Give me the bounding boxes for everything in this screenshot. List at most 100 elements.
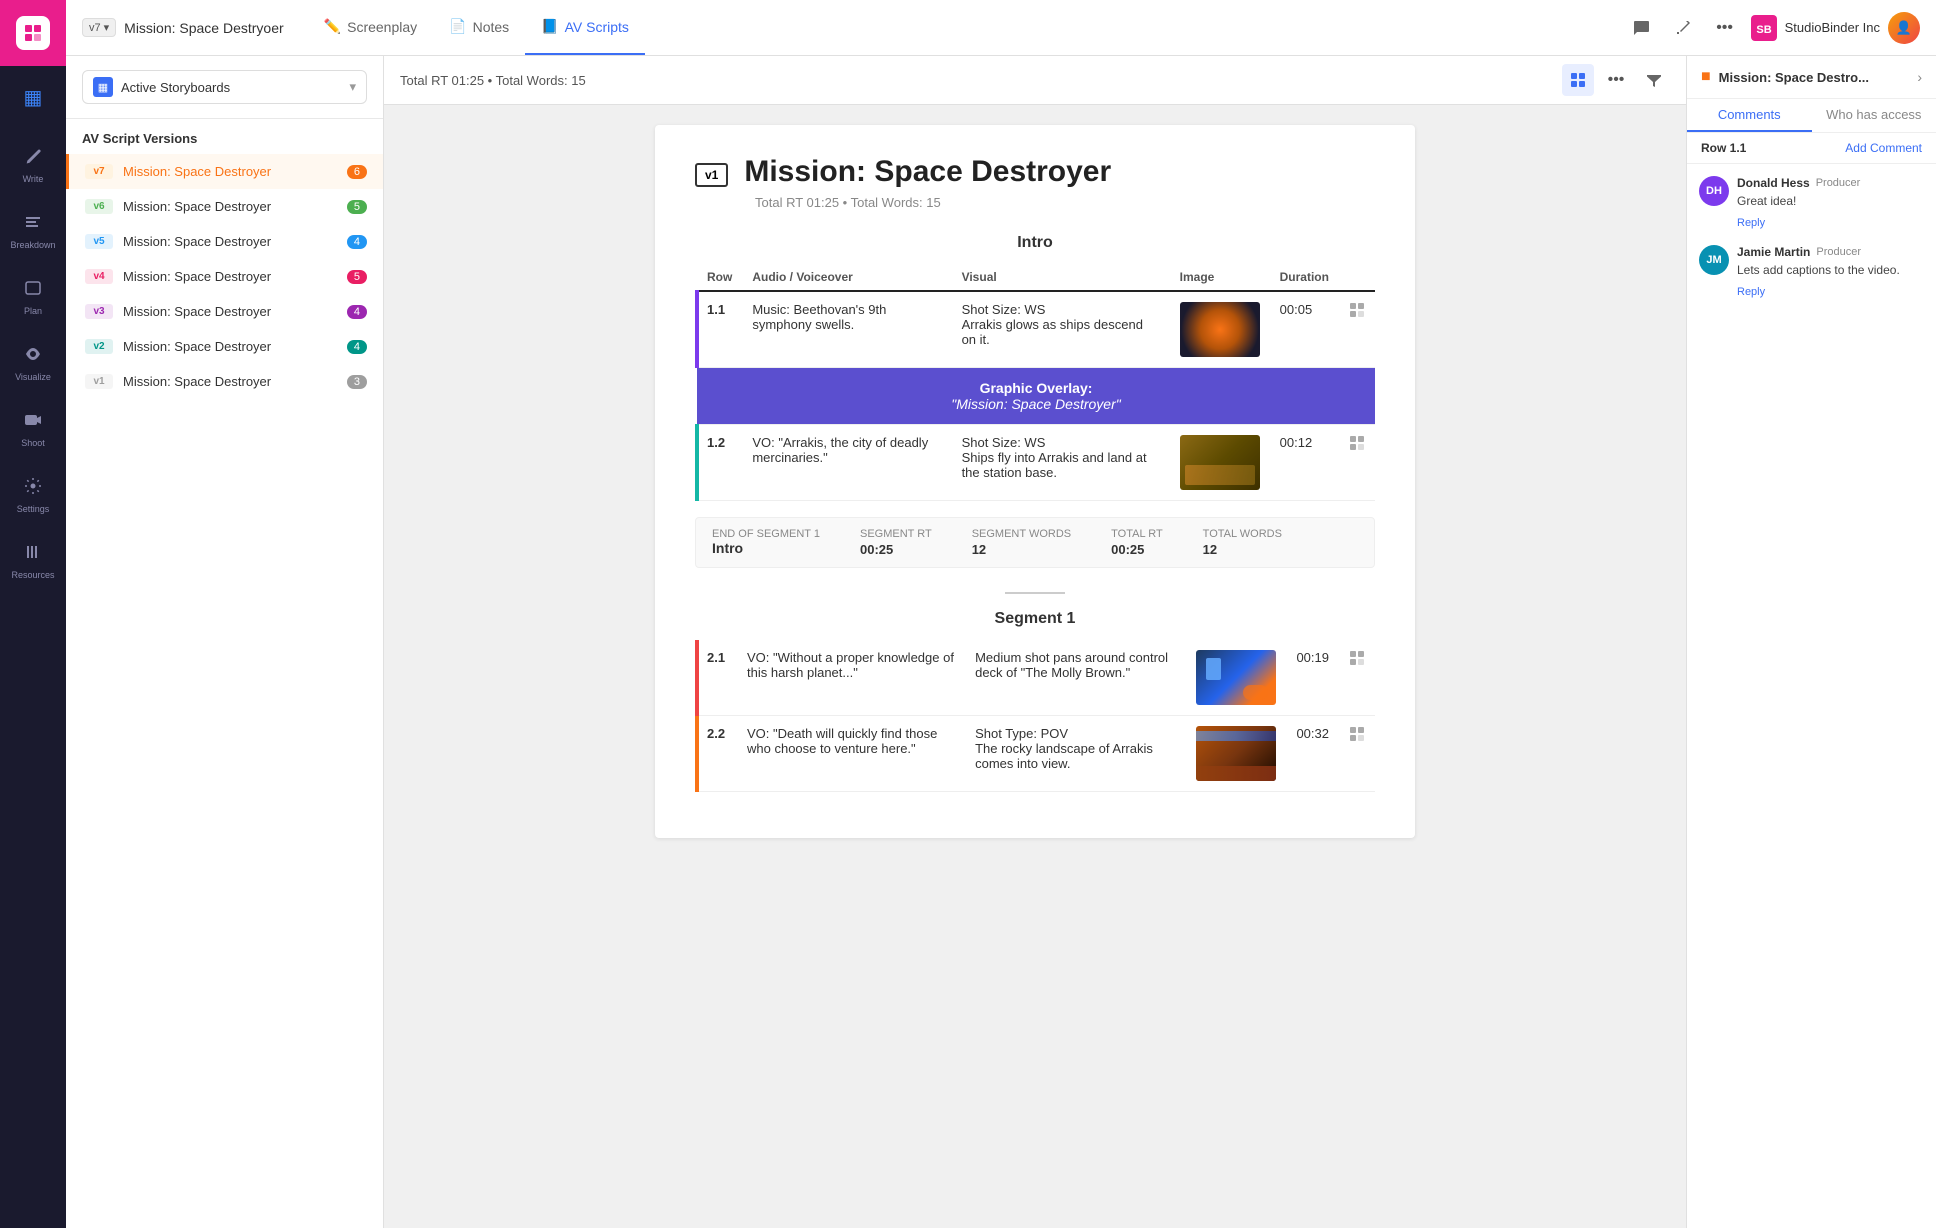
col-storyboard [1339, 264, 1375, 291]
segment-rt: SEGMENT RT 00:25 [860, 528, 932, 557]
version-tag-v4: v4 [85, 269, 113, 284]
version-count-v3: 4 [347, 305, 367, 319]
segment-1-title: Segment 1 [695, 610, 1375, 628]
doc-subtitle: Total RT 01:25 • Total Words: 15 [755, 195, 1375, 210]
duration-1-2: 00:12 [1270, 425, 1339, 501]
storyboard-cell-2-1[interactable] [1339, 640, 1375, 716]
version-item-v3[interactable]: v3 Mission: Space Destroyer 4 [66, 294, 383, 329]
comment-header-donald: Donald Hess Producer [1737, 176, 1860, 190]
plan-icon [24, 279, 42, 302]
segment-intro-title: Intro [695, 234, 1375, 252]
sidebar-settings-label: Settings [17, 504, 50, 514]
comment-role-donald: Producer [1816, 177, 1861, 189]
audio-2-2: VO: "Death will quickly find those who c… [737, 716, 965, 792]
sidebar-plan-label: Plan [24, 306, 42, 316]
version-chevron-icon: ▾ [104, 21, 110, 34]
version-item-v7[interactable]: v7 Mission: Space Destroyer 6 [66, 154, 383, 189]
top-bar-actions: ••• SB StudioBinder Inc 👤 [1625, 12, 1920, 44]
sidebar-item-plan[interactable]: Plan [0, 264, 66, 330]
avatar-jamie: JM [1699, 245, 1729, 275]
version-item-v4[interactable]: v4 Mission: Space Destroyer 5 [66, 259, 383, 294]
version-count-v2: 4 [347, 340, 367, 354]
row-label: Row 1.1 [1701, 141, 1746, 155]
script-doc: v1 Mission: Space Destroyer Total RT 01:… [655, 125, 1415, 838]
sidebar-item-resources[interactable]: Resources [0, 528, 66, 594]
company-name: StudioBinder Inc [1785, 20, 1880, 35]
panel-expand-button[interactable]: › [1917, 69, 1922, 85]
more-options-button[interactable]: ••• [1709, 12, 1741, 44]
user-avatar: 👤 [1888, 12, 1920, 44]
more-script-options-button[interactable]: ••• [1600, 64, 1632, 96]
sidebar-item-breakdown[interactable]: Breakdown [0, 198, 66, 264]
version-item-v6[interactable]: v6 Mission: Space Destroyer 5 [66, 189, 383, 224]
user-info[interactable]: SB StudioBinder Inc 👤 [1751, 12, 1920, 44]
col-visual: Visual [952, 264, 1170, 291]
tab-avscripts[interactable]: 📘 AV Scripts [525, 0, 645, 55]
reply-button-jamie[interactable]: Reply [1737, 286, 1765, 298]
script-area: v1 Mission: Space Destroyer Total RT 01:… [384, 105, 1686, 1228]
sidebar-breakdown-label: Breakdown [10, 240, 55, 250]
versions-header: ▦ Active Storyboards ▾ [66, 56, 383, 119]
add-comment-button[interactable]: Add Comment [1845, 141, 1922, 155]
version-tag-v7: v7 [85, 164, 113, 179]
version-item-v2[interactable]: v2 Mission: Space Destroyer 4 [66, 329, 383, 364]
row-id-1-1: 1.1 [697, 291, 742, 368]
table-row-1-1: 1.1 Music: Beethovan's 9th symphony swel… [697, 291, 1375, 368]
versions-list-header: AV Script Versions [66, 119, 383, 154]
settings-icon [24, 477, 42, 500]
tab-who-has-access[interactable]: Who has access [1812, 99, 1936, 132]
filter-button[interactable] [1638, 64, 1670, 96]
reply-button-donald[interactable]: Reply [1737, 217, 1765, 229]
comment-text-donald: Great idea! [1737, 193, 1860, 210]
comments-button[interactable] [1625, 12, 1657, 44]
storyboard-cell-1-2[interactable] [1339, 425, 1375, 501]
version-name-v1: Mission: Space Destroyer [123, 374, 347, 389]
storyboard-cell-1-1[interactable] [1339, 291, 1375, 368]
script-content-wrapper: Total RT 01:25 • Total Words: 15 ••• [384, 56, 1686, 1228]
storyboard-nav-icon: ▦ [24, 85, 43, 110]
comments-panel: ■ Mission: Space Destro... › Comments Wh… [1686, 56, 1936, 1228]
row-id-2-1: 2.1 [697, 640, 737, 716]
table-row-2-2: 2.2 VO: "Death will quickly find those w… [697, 716, 1375, 792]
version-item-v5[interactable]: v5 Mission: Space Destroyer 4 [66, 224, 383, 259]
audio-1-1: Music: Beethovan's 9th symphony swells. [742, 291, 951, 368]
comment-item-jamie: JM Jamie Martin Producer Lets add captio… [1699, 245, 1924, 298]
app-logo [16, 16, 50, 50]
tab-comments[interactable]: Comments [1687, 99, 1812, 132]
overlay-label: Graphic Overlay: [980, 380, 1093, 396]
panel-title: Mission: Space Destro... [1719, 70, 1918, 85]
visualize-icon [24, 345, 42, 368]
graphic-overlay-row: Graphic Overlay: "Mission: Space Destroy… [697, 368, 1375, 425]
visual-2-1: Medium shot pans around control deck of … [965, 640, 1186, 716]
logo-area[interactable] [0, 0, 66, 66]
storyboard-select[interactable]: ▦ Active Storyboards ▾ [82, 70, 367, 104]
comment-item-donald: DH Donald Hess Producer Great idea! Repl… [1699, 176, 1924, 229]
version-count-v5: 4 [347, 235, 367, 249]
resources-icon [24, 543, 42, 566]
view-mode-button[interactable] [1562, 64, 1594, 96]
sidebar-item-visualize[interactable]: Visualize [0, 330, 66, 396]
tab-screenplay[interactable]: ✏️ Screenplay [308, 0, 433, 55]
version-name-v5: Mission: Space Destroyer [123, 234, 347, 249]
sidebar-item-shoot[interactable]: Shoot [0, 396, 66, 462]
more-dots-icon: ••• [1716, 19, 1733, 37]
sidebar-item-storyboard[interactable]: ▦ [0, 66, 66, 132]
version-tag-v6: v6 [85, 199, 113, 214]
version-selector[interactable]: v7 ▾ [82, 18, 116, 37]
avatar-donald: DH [1699, 176, 1729, 206]
doc-title: Mission: Space Destroyer [744, 155, 1111, 189]
storyboard-cell-2-2[interactable] [1339, 716, 1375, 792]
graphic-overlay-cell: Graphic Overlay: "Mission: Space Destroy… [697, 368, 1375, 425]
segment-intro-footer: END OF SEGMENT 1 Intro SEGMENT RT 00:25 … [695, 517, 1375, 568]
thumbnail-2-2 [1196, 726, 1276, 781]
sidebar-item-settings[interactable]: Settings [0, 462, 66, 528]
tab-notes[interactable]: 📄 Notes [433, 0, 525, 55]
version-count-v1: 3 [347, 375, 367, 389]
screenplay-tab-label: Screenplay [347, 19, 417, 35]
sidebar-item-write[interactable]: Write [0, 132, 66, 198]
version-item-v1[interactable]: v1 Mission: Space Destroyer 3 [66, 364, 383, 399]
duration-1-1: 00:05 [1270, 291, 1339, 368]
col-row: Row [697, 264, 742, 291]
version-name-v6: Mission: Space Destroyer [123, 199, 347, 214]
share-button[interactable] [1667, 12, 1699, 44]
